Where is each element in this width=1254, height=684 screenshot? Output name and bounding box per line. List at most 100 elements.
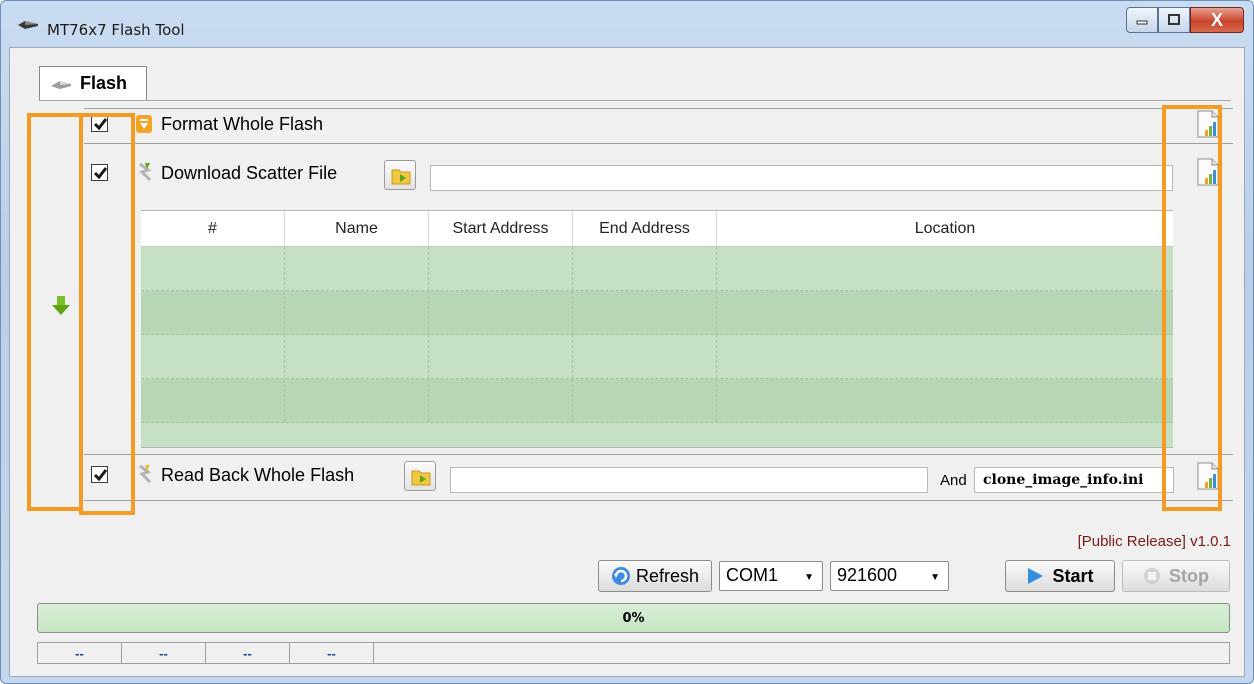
and-label: And xyxy=(940,472,967,489)
table-cell xyxy=(141,291,285,334)
status-cell: -- xyxy=(290,643,374,663)
status-cell: -- xyxy=(38,643,122,663)
column-header[interactable]: # xyxy=(141,211,285,247)
table-cell xyxy=(717,335,1173,378)
column-header[interactable]: Name xyxy=(285,211,429,247)
table-cell xyxy=(429,335,573,378)
version-label: [Public Release] v1.0.1 xyxy=(1077,533,1231,550)
down-arrow-icon xyxy=(52,296,70,315)
check-icon xyxy=(93,118,108,131)
maximize-icon xyxy=(1168,14,1180,25)
table-cell xyxy=(717,379,1173,422)
format-checkbox[interactable] xyxy=(91,115,108,132)
table-cell xyxy=(141,335,285,378)
download-label: Download Scatter File xyxy=(161,163,338,183)
folder-icon xyxy=(411,470,431,486)
table-cell xyxy=(285,291,429,334)
column-header[interactable]: Location xyxy=(717,211,1173,247)
table-header: # Name Start Address End Address Locatio… xyxy=(141,211,1173,247)
close-button[interactable]: X xyxy=(1190,7,1244,33)
start-label: Start xyxy=(1052,565,1094,586)
readback-browse-button[interactable] xyxy=(404,461,436,491)
stop-icon xyxy=(1144,568,1160,584)
download-icon xyxy=(139,162,152,182)
table-cell xyxy=(141,247,285,290)
table-row[interactable] xyxy=(141,335,1173,379)
table-row[interactable] xyxy=(141,247,1173,291)
download-checkbox[interactable] xyxy=(91,164,108,181)
flash-tab-icon xyxy=(51,80,71,89)
check-icon xyxy=(93,469,108,482)
tab-flash[interactable]: Flash xyxy=(39,66,147,100)
doc-chart-icon[interactable] xyxy=(1196,110,1220,138)
close-icon: X xyxy=(1210,9,1223,30)
tab-divider xyxy=(39,100,1231,101)
readback-icon xyxy=(139,464,152,484)
port-select[interactable]: COM1 ▼ xyxy=(719,561,823,591)
minimize-button[interactable] xyxy=(1126,7,1158,33)
chevron-down-icon: ▼ xyxy=(930,572,940,583)
table-cell xyxy=(141,379,285,422)
table-cell xyxy=(285,335,429,378)
table-cell xyxy=(429,291,573,334)
status-cell: -- xyxy=(206,643,290,663)
client-area: Flash Format Whole Flash Download Scatte… xyxy=(9,47,1245,677)
table-cell xyxy=(573,247,717,290)
minimize-icon xyxy=(1136,20,1148,25)
window-controls: X xyxy=(1126,7,1244,33)
window-title: MT76x7 Flash Tool xyxy=(47,21,185,39)
baud-value: 921600 xyxy=(837,565,898,585)
refresh-label: Refresh xyxy=(635,565,700,586)
table-row[interactable] xyxy=(141,291,1173,335)
separator xyxy=(84,454,1233,455)
doc-chart-icon[interactable] xyxy=(1196,462,1220,490)
separator xyxy=(84,500,1233,501)
start-button[interactable]: Start xyxy=(1005,560,1115,592)
app-window: MT76x7 Flash Tool X Flash Format Whole F… xyxy=(0,0,1254,684)
flash-panel: Format Whole Flash Download Scatter File xyxy=(38,104,1233,504)
table-cell xyxy=(573,291,717,334)
table-cell xyxy=(573,335,717,378)
table-cell xyxy=(285,379,429,422)
table-cell xyxy=(717,291,1173,334)
scatter-path-input[interactable] xyxy=(430,165,1173,191)
status-cell xyxy=(374,643,1229,663)
table-cell xyxy=(573,379,717,422)
start-play-icon xyxy=(1028,568,1044,584)
readback-checkbox[interactable] xyxy=(91,466,108,483)
tab-flash-label: Flash xyxy=(80,73,128,93)
doc-chart-icon[interactable] xyxy=(1196,158,1220,186)
table-body xyxy=(141,247,1173,447)
separator xyxy=(84,108,1233,109)
refresh-button[interactable]: Refresh xyxy=(598,560,712,592)
title-bar[interactable]: MT76x7 Flash Tool X xyxy=(1,1,1253,47)
left-column xyxy=(38,104,84,504)
format-label: Format Whole Flash xyxy=(161,114,324,134)
stop-button[interactable]: Stop xyxy=(1122,560,1230,592)
maximize-button[interactable] xyxy=(1158,7,1190,33)
table-cell xyxy=(429,247,573,290)
column-header[interactable]: Start Address xyxy=(429,211,573,247)
chevron-down-icon: ▼ xyxy=(804,572,814,583)
baud-select[interactable]: 921600 ▼ xyxy=(830,561,949,591)
table-cell xyxy=(429,379,573,422)
stop-label: Stop xyxy=(1169,565,1209,586)
column-header[interactable]: End Address xyxy=(573,211,717,247)
ini-file-input[interactable] xyxy=(974,467,1174,493)
separator xyxy=(84,143,1233,144)
partition-table: # Name Start Address End Address Locatio… xyxy=(141,210,1173,448)
port-value: COM1 xyxy=(726,565,779,585)
refresh-icon xyxy=(611,567,630,585)
readback-label: Read Back Whole Flash xyxy=(161,465,355,485)
table-row[interactable] xyxy=(141,379,1173,423)
folder-icon xyxy=(391,169,411,185)
progress-bar: 0% xyxy=(37,603,1230,633)
format-icon xyxy=(136,115,152,133)
status-cell: -- xyxy=(122,643,206,663)
status-bar: -- -- -- -- xyxy=(37,642,1230,664)
table-cell xyxy=(285,247,429,290)
readback-path-input[interactable] xyxy=(450,467,928,493)
download-browse-button[interactable] xyxy=(384,160,416,190)
progress-text: 0% xyxy=(622,610,645,626)
check-icon xyxy=(93,167,108,180)
